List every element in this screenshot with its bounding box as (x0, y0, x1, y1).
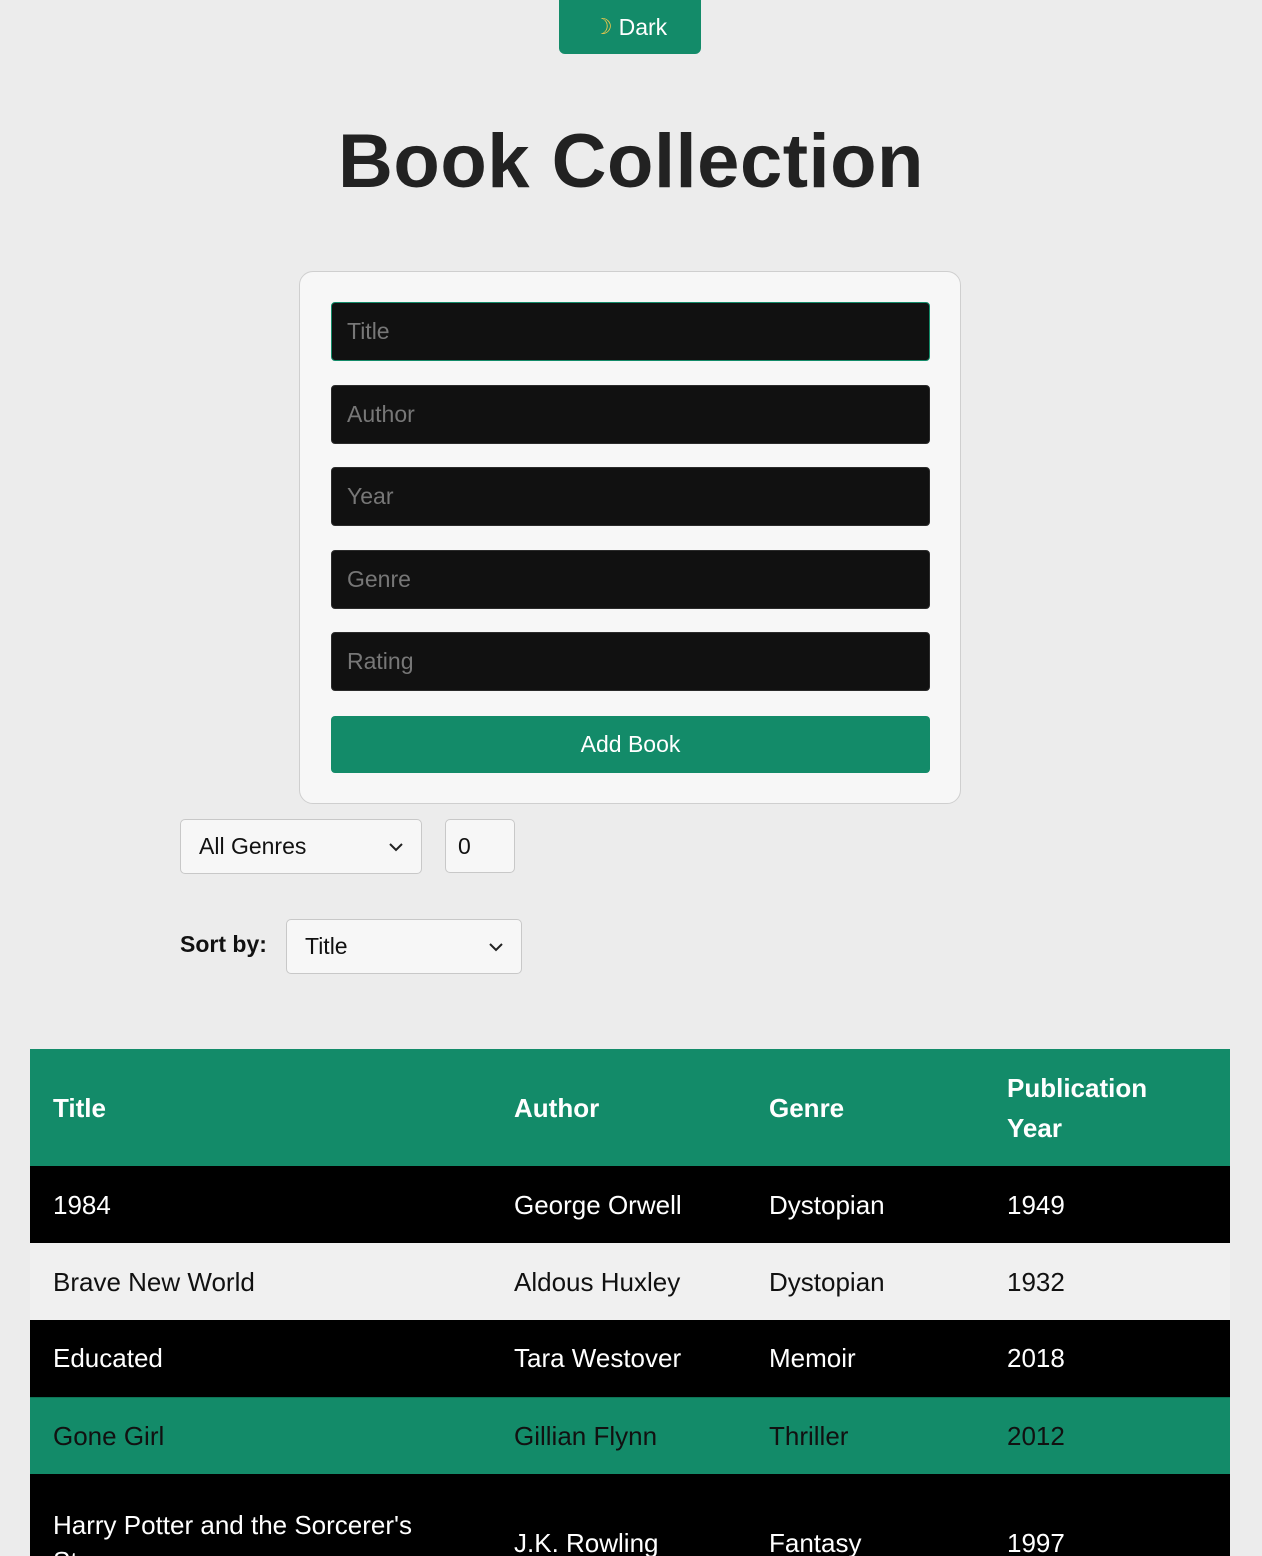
cell-year: 2018 (984, 1320, 1230, 1397)
header-publication-year[interactable]: Publication Year (984, 1049, 1230, 1166)
cell-genre: Dystopian (746, 1243, 984, 1320)
book-table: Title Author Genre Publication Year 1984… (30, 1049, 1230, 1556)
table-row[interactable]: Harry Potter and the Sorcerer's Stone J.… (30, 1474, 1230, 1556)
cell-title: Brave New World (30, 1243, 491, 1320)
cell-author: Tara Westover (491, 1320, 746, 1397)
chevron-down-icon (389, 842, 403, 851)
cell-author: J.K. Rowling (491, 1474, 746, 1556)
table-row[interactable]: Educated Tara Westover Memoir 2018 (30, 1320, 1230, 1397)
cell-genre: Dystopian (746, 1166, 984, 1243)
cell-year: 1997 (984, 1474, 1230, 1556)
cell-title: Educated (30, 1320, 491, 1397)
cell-year: 1932 (984, 1243, 1230, 1320)
cell-title: Harry Potter and the Sorcerer's Stone (30, 1474, 491, 1556)
cell-author: George Orwell (491, 1166, 746, 1243)
cell-genre: Thriller (746, 1396, 984, 1474)
cell-genre: Memoir (746, 1320, 984, 1397)
genre-filter-select[interactable]: All Genres (180, 819, 422, 874)
table-row[interactable]: Brave New World Aldous Huxley Dystopian … (30, 1243, 1230, 1320)
genre-filter-value: All Genres (199, 833, 307, 859)
min-rating-value: 0 (458, 832, 471, 859)
table-row[interactable]: Gone Girl Gillian Flynn Thriller 2012 (30, 1396, 1230, 1474)
sort-select-value: Title (305, 933, 348, 959)
table-header-row: Title Author Genre Publication Year (30, 1049, 1230, 1166)
genre-input[interactable] (331, 550, 930, 609)
add-book-form: Add Book (299, 271, 961, 804)
sort-label: Sort by: (180, 931, 267, 957)
header-genre[interactable]: Genre (746, 1049, 984, 1166)
rating-input[interactable] (331, 632, 930, 691)
cell-title: Gone Girl (30, 1396, 491, 1474)
page-title: Book Collection (338, 119, 924, 204)
cell-year: 1949 (984, 1166, 1230, 1243)
author-input[interactable] (331, 385, 930, 444)
theme-toggle-label: Dark (618, 13, 668, 40)
year-input[interactable] (331, 467, 930, 526)
min-rating-input[interactable]: 0 (445, 819, 515, 873)
chevron-down-icon (489, 942, 503, 951)
sort-select[interactable]: Title (286, 919, 522, 974)
header-title[interactable]: Title (30, 1049, 491, 1166)
cell-title: 1984 (30, 1166, 491, 1243)
add-book-button[interactable]: Add Book (331, 716, 930, 773)
cell-year: 2012 (984, 1396, 1230, 1474)
title-input[interactable] (331, 302, 930, 361)
cell-author: Gillian Flynn (491, 1396, 746, 1474)
theme-toggle-button[interactable]: ☽ Dark (559, 0, 701, 54)
header-author[interactable]: Author (491, 1049, 746, 1166)
cell-author: Aldous Huxley (491, 1243, 746, 1320)
page: ☽ Dark Book Collection Add Book All Genr… (0, 0, 1262, 1556)
table-row[interactable]: 1984 George Orwell Dystopian 1949 (30, 1166, 1230, 1243)
cell-genre: Fantasy (746, 1474, 984, 1556)
moon-icon: ☽ (592, 14, 613, 39)
